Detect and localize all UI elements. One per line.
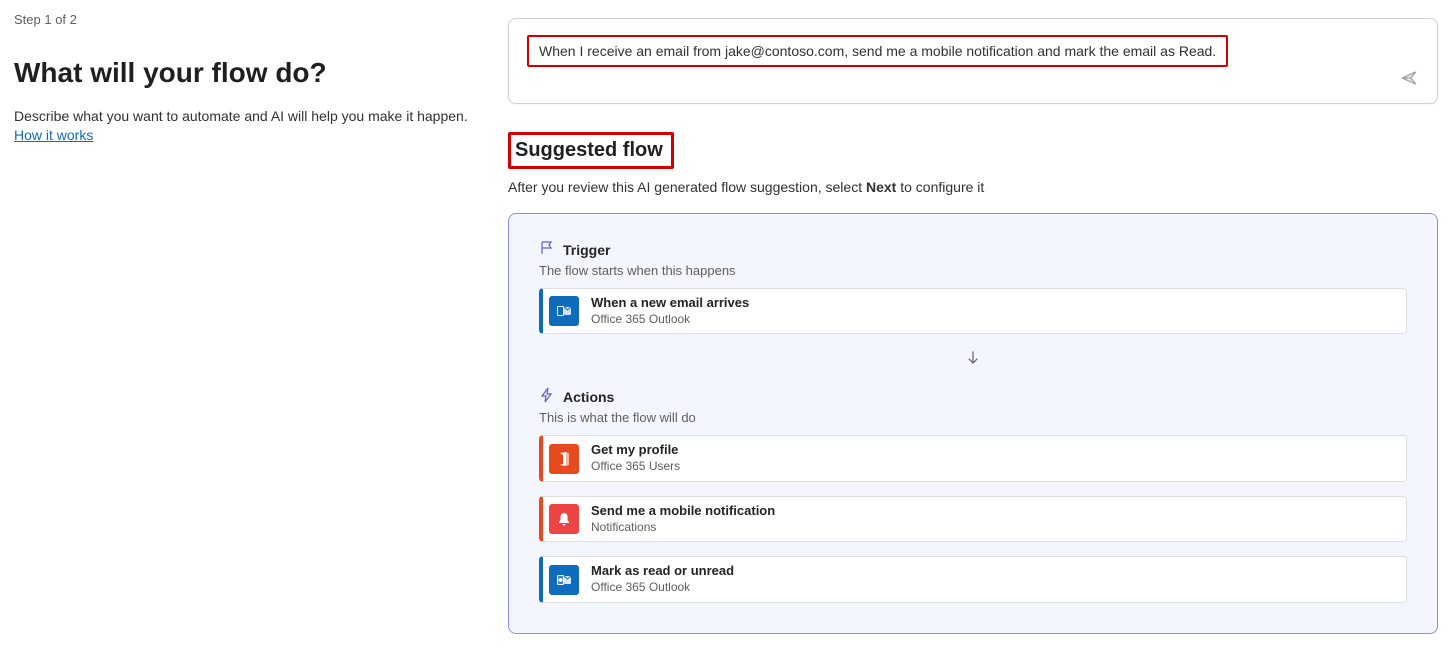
- bell-icon: [549, 504, 579, 534]
- suggested-heading-row: Suggested flow: [508, 132, 1438, 169]
- prompt-input-box[interactable]: When I receive an email from jake@contos…: [508, 18, 1438, 104]
- action-card[interactable]: Mark as read or unreadOffice 365 Outlook: [539, 556, 1407, 602]
- actions-section-header: Actions: [539, 387, 1407, 406]
- page-subheading: Describe what you want to automate and A…: [14, 107, 468, 127]
- suggested-flow-subheading: After you review this AI generated flow …: [508, 179, 1438, 195]
- flow-arrow: [539, 334, 1407, 387]
- action-card-text: Send me a mobile notificationNotificatio…: [591, 503, 775, 535]
- trigger-card[interactable]: When a new email arrives Office 365 Outl…: [539, 288, 1407, 334]
- step-indicator: Step 1 of 2: [14, 12, 468, 27]
- action-card-connector: Office 365 Users: [591, 459, 680, 475]
- outlook-icon: [549, 565, 579, 595]
- left-panel: Step 1 of 2 What will your flow do? Desc…: [0, 0, 490, 655]
- action-card-connector: Office 365 Outlook: [591, 580, 734, 596]
- office-icon: [549, 444, 579, 474]
- trigger-label: Trigger: [563, 242, 610, 258]
- send-button[interactable]: [1397, 67, 1421, 91]
- prompt-text: When I receive an email from jake@contos…: [527, 35, 1228, 67]
- send-icon: [1400, 69, 1418, 90]
- outlook-icon: [549, 296, 579, 326]
- trigger-sublabel: The flow starts when this happens: [539, 263, 1407, 278]
- action-card-text: Mark as read or unreadOffice 365 Outlook: [591, 563, 734, 595]
- lightning-icon: [539, 387, 555, 406]
- actions-label: Actions: [563, 389, 614, 405]
- suggested-sub-before: After you review this AI generated flow …: [508, 179, 866, 195]
- action-card-text: Get my profileOffice 365 Users: [591, 442, 680, 474]
- action-card-title: Send me a mobile notification: [591, 503, 775, 520]
- trigger-section-header: Trigger: [539, 240, 1407, 259]
- flow-canvas: Trigger The flow starts when this happen…: [508, 213, 1438, 634]
- action-card[interactable]: Get my profileOffice 365 Users: [539, 435, 1407, 481]
- action-card[interactable]: Send me a mobile notificationNotificatio…: [539, 496, 1407, 542]
- actions-sublabel: This is what the flow will do: [539, 410, 1407, 425]
- suggested-flow-heading: Suggested flow: [508, 132, 674, 169]
- action-card-connector: Notifications: [591, 520, 775, 536]
- action-card-title: Get my profile: [591, 442, 680, 459]
- trigger-card-title: When a new email arrives: [591, 295, 749, 312]
- flag-icon: [539, 240, 555, 259]
- suggested-sub-bold: Next: [866, 179, 896, 195]
- arrow-down-icon: [963, 348, 983, 373]
- how-it-works-link[interactable]: How it works: [14, 127, 93, 143]
- suggested-sub-after: to configure it: [896, 179, 984, 195]
- page-title: What will your flow do?: [14, 57, 468, 89]
- action-card-title: Mark as read or unread: [591, 563, 734, 580]
- right-panel: When I receive an email from jake@contos…: [490, 0, 1456, 655]
- trigger-card-text: When a new email arrives Office 365 Outl…: [591, 295, 749, 327]
- trigger-card-connector: Office 365 Outlook: [591, 312, 749, 328]
- actions-list: Get my profileOffice 365 Users Send me a …: [539, 435, 1407, 602]
